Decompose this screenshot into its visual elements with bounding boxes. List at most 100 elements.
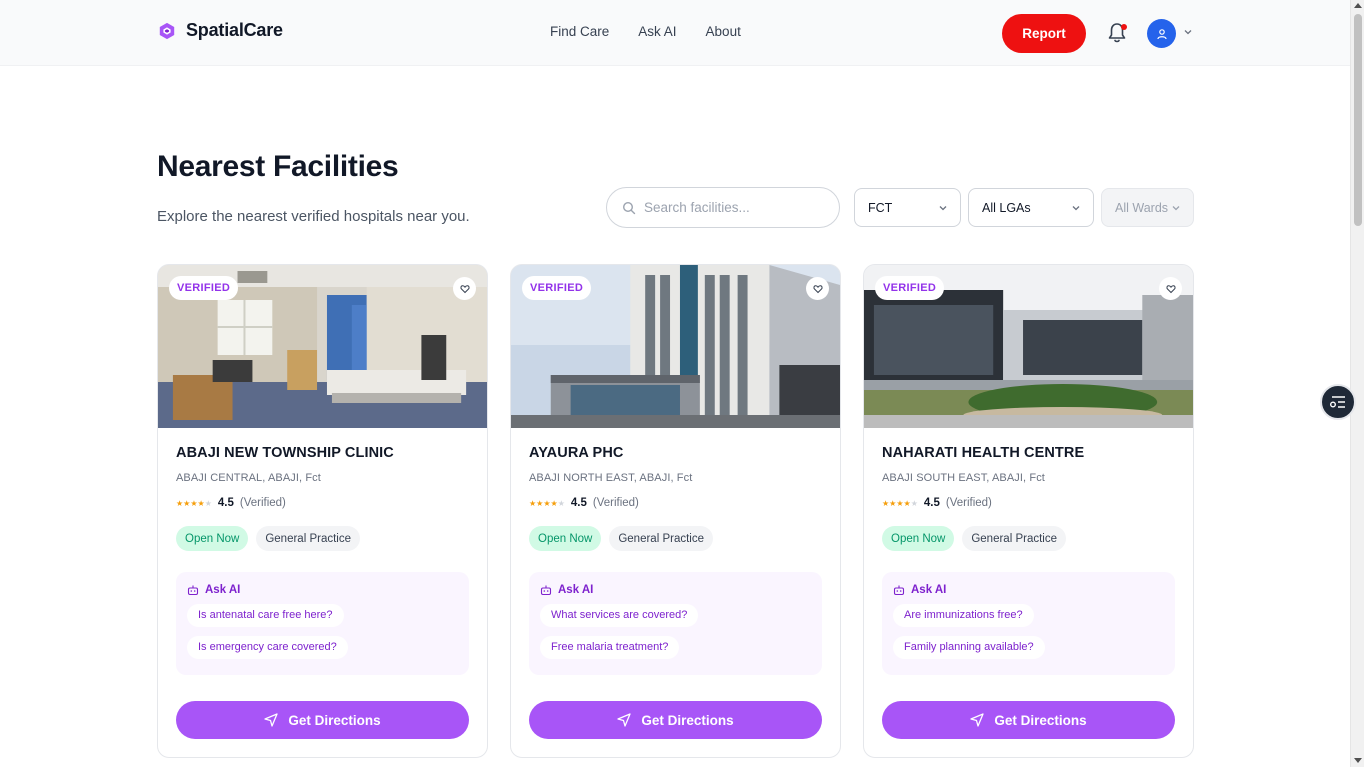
favorite-button[interactable] xyxy=(453,277,476,300)
rating-stars: ★★★★★ xyxy=(529,498,565,508)
notification-dot xyxy=(1121,24,1127,30)
nav-link-find-care[interactable]: Find Care xyxy=(550,24,609,39)
brand-logo[interactable]: SpatialCare xyxy=(158,20,283,41)
ask-ai-question-chip[interactable]: Is antenatal care free here? xyxy=(187,604,344,627)
get-directions-button[interactable]: Get Directions xyxy=(529,701,822,739)
get-directions-button[interactable]: Get Directions xyxy=(882,701,1175,739)
lga-select[interactable]: All LGAs xyxy=(968,188,1094,227)
get-directions-label: Get Directions xyxy=(641,712,734,728)
main-nav: Find Care Ask AI About xyxy=(550,24,741,39)
hexagon-logo-icon xyxy=(159,22,175,39)
ask-ai-header: Ask AI xyxy=(540,584,811,596)
ask-ai-question-chip[interactable]: Free malaria treatment? xyxy=(540,636,680,659)
search-input[interactable] xyxy=(644,200,824,215)
report-button[interactable]: Report xyxy=(1002,14,1086,53)
state-select[interactable]: FCT xyxy=(854,188,961,227)
favorite-button[interactable] xyxy=(806,277,829,300)
ask-ai-label: Ask AI xyxy=(205,584,241,596)
nav-link-ask-ai[interactable]: Ask AI xyxy=(638,24,676,39)
user-icon xyxy=(1156,28,1167,39)
status-badge: Open Now xyxy=(176,526,249,551)
facility-card[interactable]: VERIFIED ABAJI NEW TOWNSHIP CLINIC ABAJI… xyxy=(157,264,488,758)
robot-icon xyxy=(893,585,905,596)
facility-name[interactable]: AYAURA PHC xyxy=(529,445,822,461)
navigation-arrow-icon xyxy=(970,713,985,727)
ask-ai-questions: Are immunizations free? Family planning … xyxy=(893,596,1164,659)
avatar[interactable] xyxy=(1147,19,1176,48)
ask-ai-question-chip[interactable]: What services are covered? xyxy=(540,604,699,627)
heart-icon xyxy=(459,284,470,293)
ward-select-value: All Wards xyxy=(1115,200,1169,215)
robot-icon xyxy=(187,585,199,596)
ask-ai-panel: Ask AI Is antenatal care free here? Is e… xyxy=(176,572,469,675)
facility-tags: Open Now General Practice xyxy=(176,526,469,551)
get-directions-label: Get Directions xyxy=(288,712,381,728)
rating-value: 4.5 xyxy=(923,497,940,509)
card-body: NAHARATI HEALTH CENTRE ABAJI SOUTH EAST,… xyxy=(882,445,1175,675)
facility-tags: Open Now General Practice xyxy=(529,526,822,551)
facility-card[interactable]: VERIFIED NAHARATI HEALTH CENTRE ABAJI SO… xyxy=(863,264,1194,758)
ask-ai-question-chip[interactable]: Is emergency care covered? xyxy=(187,636,348,659)
ask-ai-question-chip[interactable]: Are immunizations free? xyxy=(893,604,1034,627)
page-scrollbar[interactable] xyxy=(1350,0,1364,767)
ask-ai-questions: Is antenatal care free here? Is emergenc… xyxy=(187,596,458,659)
facility-location: ABAJI NORTH EAST, ABAJI, Fct xyxy=(529,472,693,484)
rating-note: (Verified) xyxy=(239,497,286,509)
page-subtitle: Explore the nearest verified hospitals n… xyxy=(157,208,470,225)
scroll-thumb[interactable] xyxy=(1354,14,1362,226)
facility-photo: VERIFIED xyxy=(511,265,840,428)
facility-rating: ★★★★★ 4.5 (Verified) xyxy=(176,497,469,509)
rating-note: (Verified) xyxy=(945,497,992,509)
list-settings-icon xyxy=(1330,396,1345,408)
facility-rating: ★★★★★ 4.5 (Verified) xyxy=(529,497,822,509)
facility-photo: VERIFIED xyxy=(864,265,1193,428)
ask-ai-questions: What services are covered? Free malaria … xyxy=(540,596,811,659)
facility-location: ABAJI SOUTH EAST, ABAJI, Fct xyxy=(882,472,1045,484)
heart-icon xyxy=(812,284,823,293)
get-directions-button[interactable]: Get Directions xyxy=(176,701,469,739)
ask-ai-panel: Ask AI Are immunizations free? Family pl… xyxy=(882,572,1175,675)
robot-icon xyxy=(540,585,552,596)
facility-card[interactable]: VERIFIED AYAURA PHC ABAJI NORTH EAST, AB… xyxy=(510,264,841,758)
search-box[interactable] xyxy=(606,187,840,228)
brand-name: SpatialCare xyxy=(186,20,283,40)
card-body: ABAJI NEW TOWNSHIP CLINIC ABAJI CENTRAL,… xyxy=(176,445,469,675)
facility-name[interactable]: NAHARATI HEALTH CENTRE xyxy=(882,445,1175,461)
ask-ai-question-chip[interactable]: Family planning available? xyxy=(893,636,1045,659)
page-title: Nearest Facilities xyxy=(157,150,399,183)
status-badge: Open Now xyxy=(529,526,602,551)
nav-link-about[interactable]: About xyxy=(706,24,741,39)
rating-stars: ★★★★★ xyxy=(882,498,918,508)
verified-badge: VERIFIED xyxy=(169,276,239,300)
specialty-badge: General Practice xyxy=(609,526,713,551)
rating-stars: ★★★★★ xyxy=(176,498,212,508)
chevron-down-icon[interactable] xyxy=(1183,27,1193,37)
ward-select[interactable]: All Wards xyxy=(1101,188,1194,227)
specialty-badge: General Practice xyxy=(256,526,360,551)
ask-ai-panel: Ask AI What services are covered? Free m… xyxy=(529,572,822,675)
rating-note: (Verified) xyxy=(592,497,639,509)
ask-ai-header: Ask AI xyxy=(187,584,458,596)
top-navigation-bar: SpatialCare Find Care Ask AI About Repor… xyxy=(0,0,1350,66)
facility-name[interactable]: ABAJI NEW TOWNSHIP CLINIC xyxy=(176,445,469,461)
facility-tags: Open Now General Practice xyxy=(882,526,1175,551)
ask-ai-label: Ask AI xyxy=(558,584,594,596)
state-select-value: FCT xyxy=(868,200,893,215)
status-badge: Open Now xyxy=(882,526,955,551)
specialty-badge: General Practice xyxy=(962,526,1066,551)
favorite-button[interactable] xyxy=(1159,277,1182,300)
ask-ai-label: Ask AI xyxy=(911,584,947,596)
verified-badge: VERIFIED xyxy=(522,276,592,300)
ask-ai-header: Ask AI xyxy=(893,584,1164,596)
scroll-up-arrow[interactable] xyxy=(1354,3,1362,8)
facility-location: ABAJI CENTRAL, ABAJI, Fct xyxy=(176,472,321,484)
lga-select-value: All LGAs xyxy=(982,200,1031,215)
floating-widget-button[interactable] xyxy=(1320,384,1356,420)
chevron-down-icon xyxy=(1172,205,1180,210)
heart-icon xyxy=(1165,284,1176,293)
facility-photo: VERIFIED xyxy=(158,265,487,428)
card-body: AYAURA PHC ABAJI NORTH EAST, ABAJI, Fct … xyxy=(529,445,822,675)
navigation-arrow-icon xyxy=(264,713,279,727)
scroll-down-arrow[interactable] xyxy=(1354,758,1362,763)
rating-value: 4.5 xyxy=(217,497,234,509)
